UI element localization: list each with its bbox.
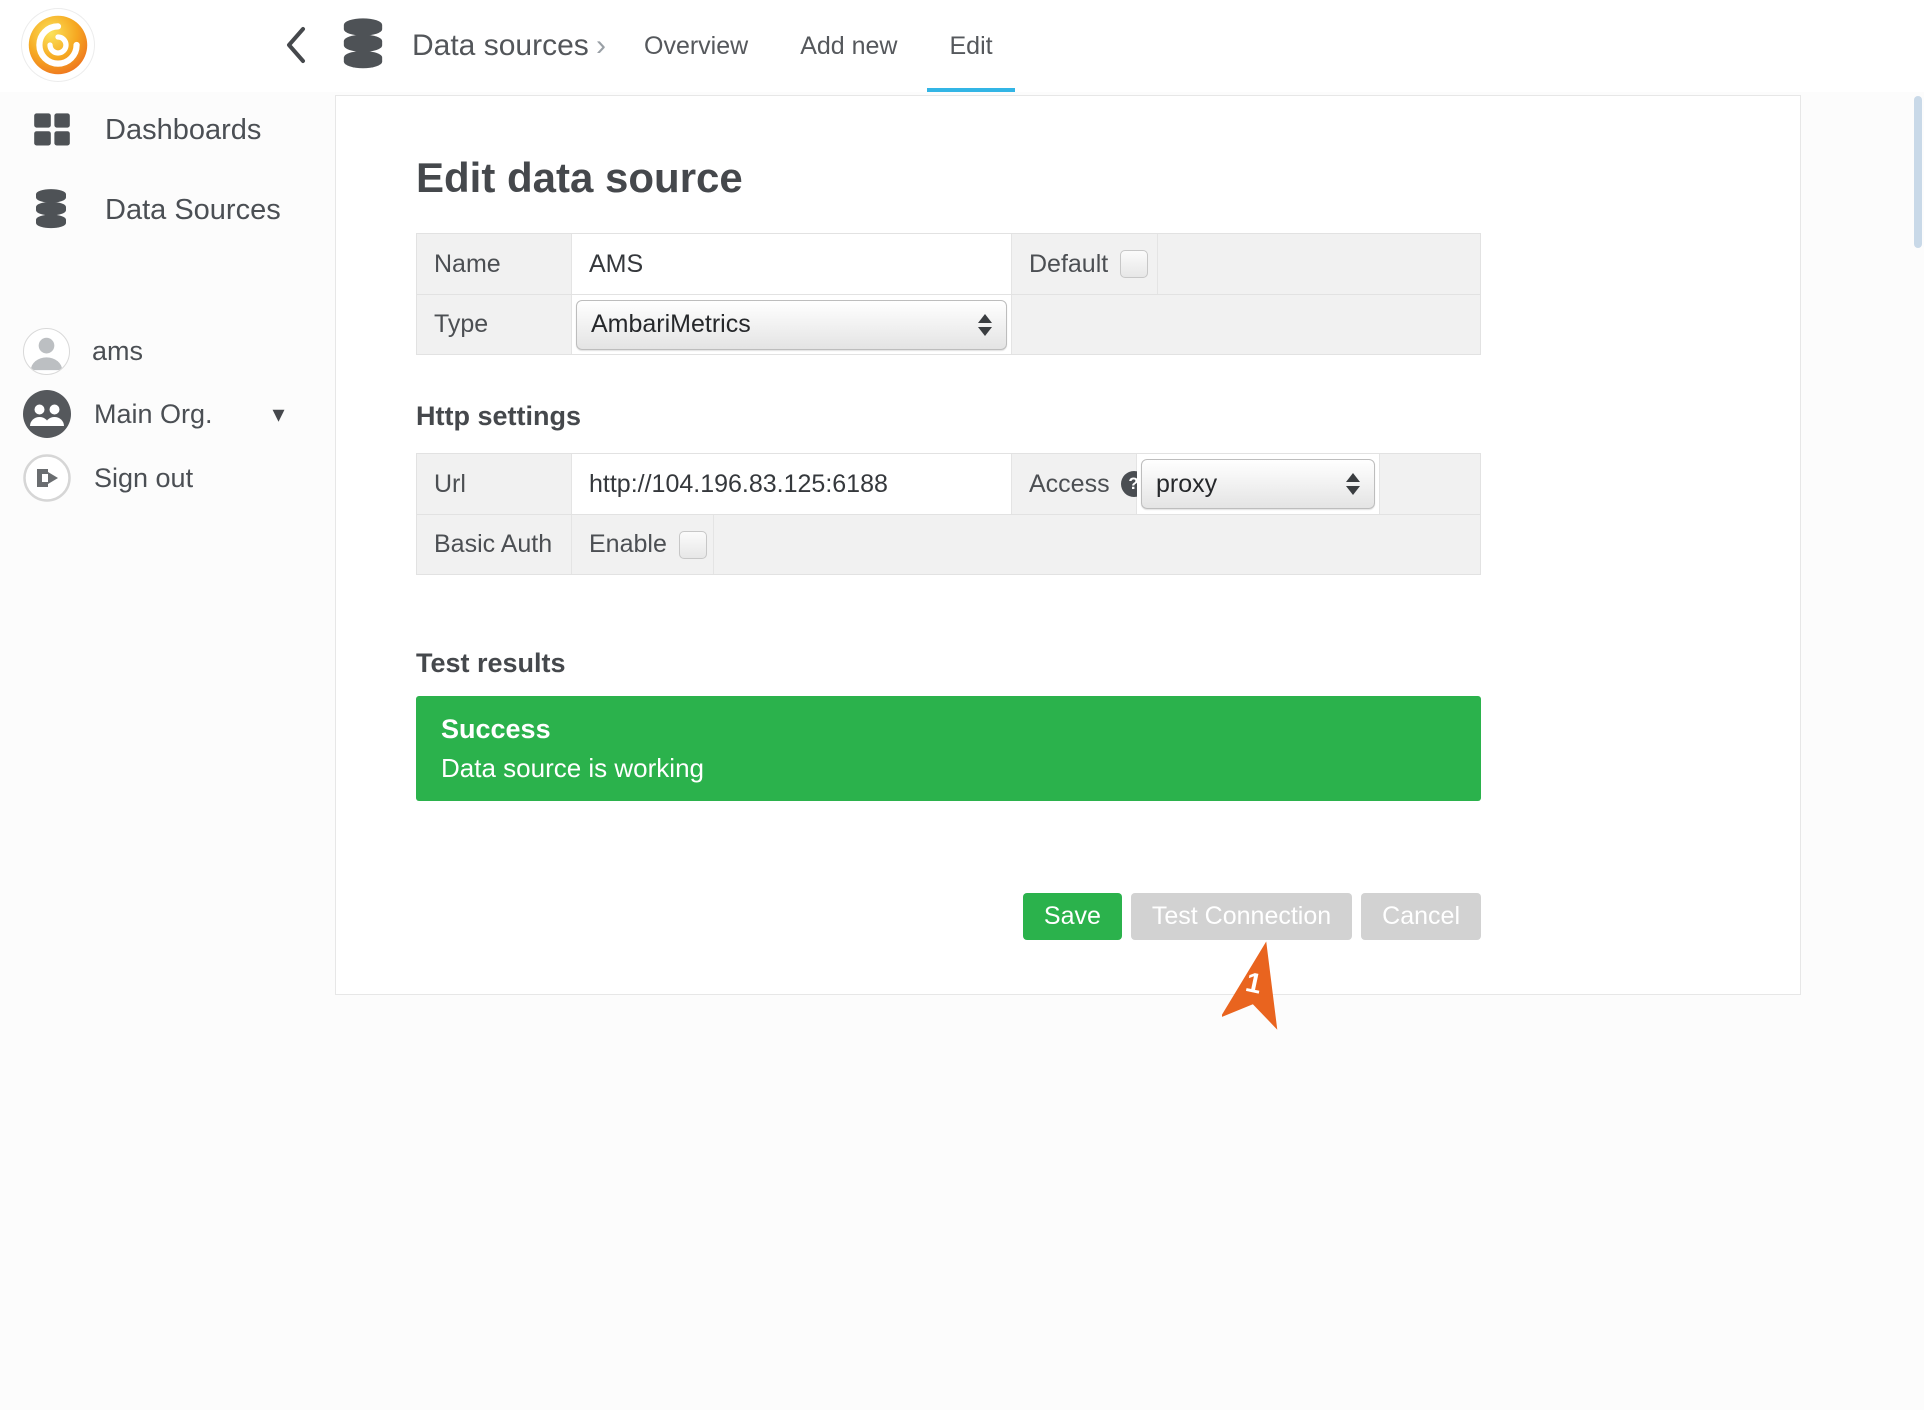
enable-label: Enable <box>589 530 667 559</box>
dashboards-grid-icon <box>33 108 73 152</box>
basic-auth-checkbox[interactable] <box>679 531 707 559</box>
success-status: Success <box>441 714 1456 745</box>
url-row: Url Access ? proxy <box>417 454 1480 514</box>
sign-out-icon <box>23 454 71 502</box>
scrollbar-thumb[interactable] <box>1914 96 1922 248</box>
grafana-logo-icon <box>27 14 89 76</box>
enable-cell: Enable <box>572 515 714 574</box>
chevron-left-icon <box>285 26 307 64</box>
edit-data-source-panel: Edit data source Name Default Type Ambar… <box>335 95 1801 995</box>
cancel-button[interactable]: Cancel <box>1361 893 1481 940</box>
user-name: ams <box>92 336 143 367</box>
empty-cell <box>714 515 1480 574</box>
sidebar-label-dashboards: Dashboards <box>105 114 261 147</box>
annotation-cursor-1: 1 <box>1222 938 1292 1034</box>
default-cell: Default <box>1012 234 1158 294</box>
name-field-cell <box>572 234 1012 294</box>
name-row: Name Default <box>417 234 1480 294</box>
top-header: Data sources › Overview Add new Edit <box>0 0 1924 92</box>
default-label: Default <box>1029 250 1108 279</box>
url-field-cell <box>572 454 1012 514</box>
sidebar-item-data-sources[interactable]: Data Sources <box>33 188 281 232</box>
access-select-value: proxy <box>1156 470 1217 499</box>
success-message: Data source is working <box>441 753 1456 784</box>
back-button[interactable] <box>276 22 316 68</box>
access-select[interactable]: proxy <box>1141 459 1375 509</box>
test-results-heading: Test results <box>416 648 566 679</box>
basic-auth-label: Basic Auth <box>417 515 572 574</box>
chevron-right-icon: › <box>596 0 606 92</box>
database-icon <box>33 188 73 232</box>
type-select[interactable]: AmbariMetrics <box>576 300 1007 350</box>
tab-overview[interactable]: Overview <box>618 0 774 92</box>
org-name: Main Org. <box>94 399 213 430</box>
sidebar-sign-out[interactable]: Sign out <box>23 454 193 502</box>
sign-out-label: Sign out <box>94 463 193 494</box>
empty-cell <box>1158 234 1480 294</box>
default-checkbox[interactable] <box>1120 250 1148 278</box>
sidebar-org-switcher[interactable]: Main Org. ▾ <box>23 390 285 438</box>
form-actions: Save Test Connection Cancel <box>416 893 1481 940</box>
datasource-form-table: Name Default Type AmbariMetrics <box>416 233 1481 355</box>
tab-add-new[interactable]: Add new <box>774 0 923 92</box>
type-row: Type AmbariMetrics <box>417 294 1480 354</box>
caret-down-icon: ▾ <box>273 400 285 429</box>
page-title: Edit data source <box>416 154 743 202</box>
breadcrumb[interactable]: Data sources <box>412 0 589 92</box>
grafana-logo[interactable] <box>22 9 94 81</box>
type-select-value: AmbariMetrics <box>591 310 751 339</box>
save-button[interactable]: Save <box>1023 893 1122 940</box>
empty-cell <box>1380 454 1480 514</box>
name-input[interactable] <box>572 234 1011 294</box>
access-cell: Access ? <box>1012 454 1137 514</box>
url-input[interactable] <box>572 454 1011 514</box>
tab-edit[interactable]: Edit <box>923 0 1018 92</box>
basic-auth-row: Basic Auth Enable <box>417 514 1480 574</box>
select-arrows-icon <box>978 314 992 336</box>
access-select-cell: proxy <box>1137 454 1380 514</box>
database-icon <box>340 16 386 74</box>
test-connection-button[interactable]: Test Connection <box>1131 893 1352 940</box>
test-result-success-alert: Success Data source is working <box>416 696 1481 801</box>
organization-icon <box>23 390 71 438</box>
url-label: Url <box>417 454 572 514</box>
http-settings-table: Url Access ? proxy Basic Auth En <box>416 453 1481 575</box>
sidebar-item-dashboards[interactable]: Dashboards <box>33 108 261 152</box>
name-label: Name <box>417 234 572 294</box>
sidebar-user[interactable]: ams <box>23 328 143 375</box>
type-label: Type <box>417 295 572 354</box>
sidebar-label-data-sources: Data Sources <box>105 194 281 227</box>
header-tabs: Overview Add new Edit <box>618 0 1019 92</box>
http-settings-heading: Http settings <box>416 401 581 432</box>
user-avatar-icon <box>23 328 70 375</box>
empty-cell <box>1012 295 1480 354</box>
select-arrows-icon <box>1346 473 1360 495</box>
access-label: Access <box>1029 470 1110 499</box>
type-field-cell: AmbariMetrics <box>572 295 1012 354</box>
